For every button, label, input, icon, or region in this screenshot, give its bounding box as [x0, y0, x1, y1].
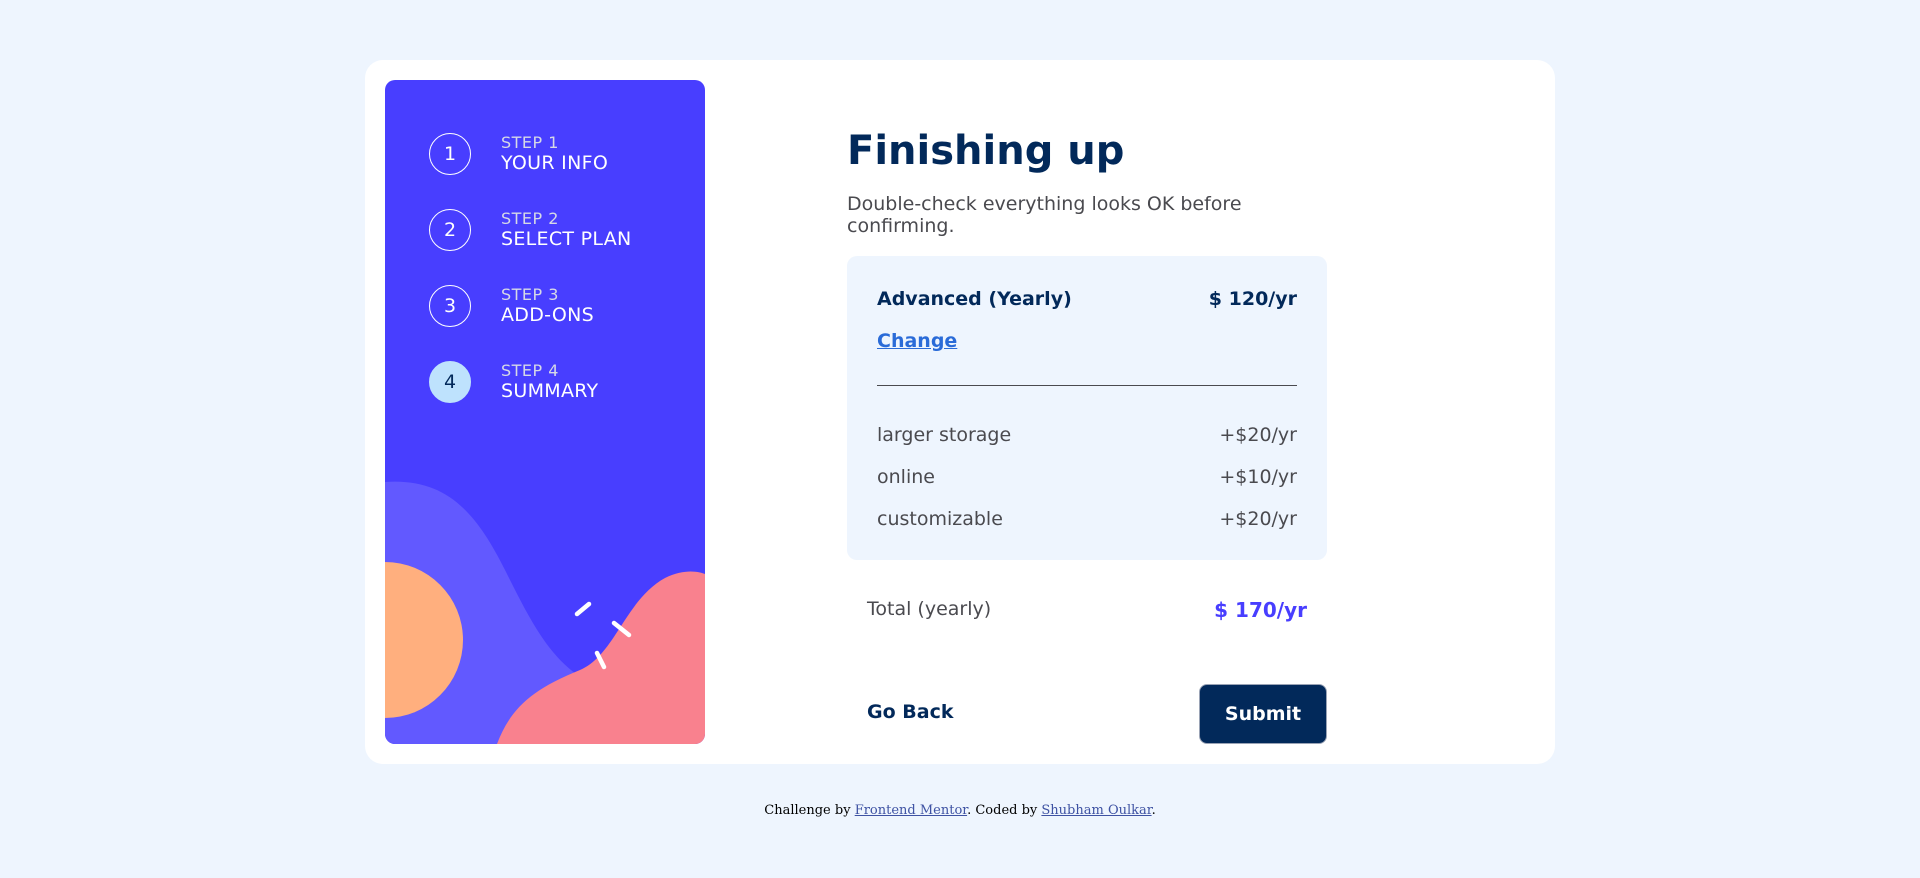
step-label-4: STEP 4 [501, 361, 559, 380]
addon-price: +$20/yr [1219, 508, 1297, 530]
form-card: 1 STEP 1 YOUR INFO 2 STEP 2 SELECT PLAN … [365, 60, 1555, 764]
addon-row: customizable +$20/yr [877, 508, 1297, 534]
go-back-button[interactable]: Go Back [867, 701, 953, 723]
step-title-2: SELECT PLAN [501, 228, 632, 251]
author-link[interactable]: Shubham Oulkar [1041, 803, 1151, 818]
addon-row: larger storage +$20/yr [877, 424, 1297, 450]
addon-name: customizable [877, 508, 1003, 530]
step-item-summary[interactable]: 4 STEP 4 SUMMARY [429, 359, 598, 405]
step-item-select-plan[interactable]: 2 STEP 2 SELECT PLAN [429, 207, 632, 253]
steps-sidebar: 1 STEP 1 YOUR INFO 2 STEP 2 SELECT PLAN … [385, 80, 705, 744]
addon-price: +$20/yr [1219, 424, 1297, 446]
addon-price: +$10/yr [1219, 466, 1297, 488]
frontend-mentor-link[interactable]: Frontend Mentor [855, 803, 967, 818]
summary-divider [877, 385, 1297, 386]
summary-panel: Finishing up Double-check everything loo… [847, 60, 1327, 764]
page-subtitle: Double-check everything looks OK before … [847, 193, 1242, 237]
step-number-2: 2 [429, 209, 471, 251]
step-label-3: STEP 3 [501, 285, 559, 304]
step-item-your-info[interactable]: 1 STEP 1 YOUR INFO [429, 131, 608, 177]
step-number-3: 3 [429, 285, 471, 327]
change-plan-link[interactable]: Change [877, 330, 957, 352]
addon-name: online [877, 466, 935, 488]
step-item-add-ons[interactable]: 3 STEP 3 ADD-ONS [429, 283, 594, 329]
attribution-middle: . Coded by [967, 803, 1042, 818]
order-summary-box: Advanced (Yearly) $ 120/yr Change larger… [847, 256, 1327, 560]
step-number-1: 1 [429, 133, 471, 175]
total-value: $ 170/yr [1214, 598, 1307, 622]
step-title-4: SUMMARY [501, 380, 599, 403]
addon-name: larger storage [877, 424, 1012, 446]
plan-price: $ 120/yr [1208, 288, 1297, 310]
total-label: Total (yearly) [867, 598, 992, 620]
plan-name: Advanced (Yearly) [877, 288, 1072, 310]
page-title: Finishing up [847, 128, 1125, 174]
submit-button[interactable]: Submit [1199, 684, 1327, 744]
step-title-3: ADD-ONS [501, 304, 594, 327]
step-label-1: STEP 1 [501, 133, 559, 152]
sidebar-decoration [385, 481, 705, 744]
step-number-4: 4 [429, 361, 471, 403]
addon-row: online +$10/yr [877, 466, 1297, 492]
step-label-2: STEP 2 [501, 209, 559, 228]
attribution-footer: Challenge by Frontend Mentor. Coded by S… [0, 803, 1920, 818]
attribution-suffix: . [1151, 803, 1156, 818]
step-title-1: YOUR INFO [501, 152, 609, 175]
attribution-prefix: Challenge by [764, 803, 855, 818]
